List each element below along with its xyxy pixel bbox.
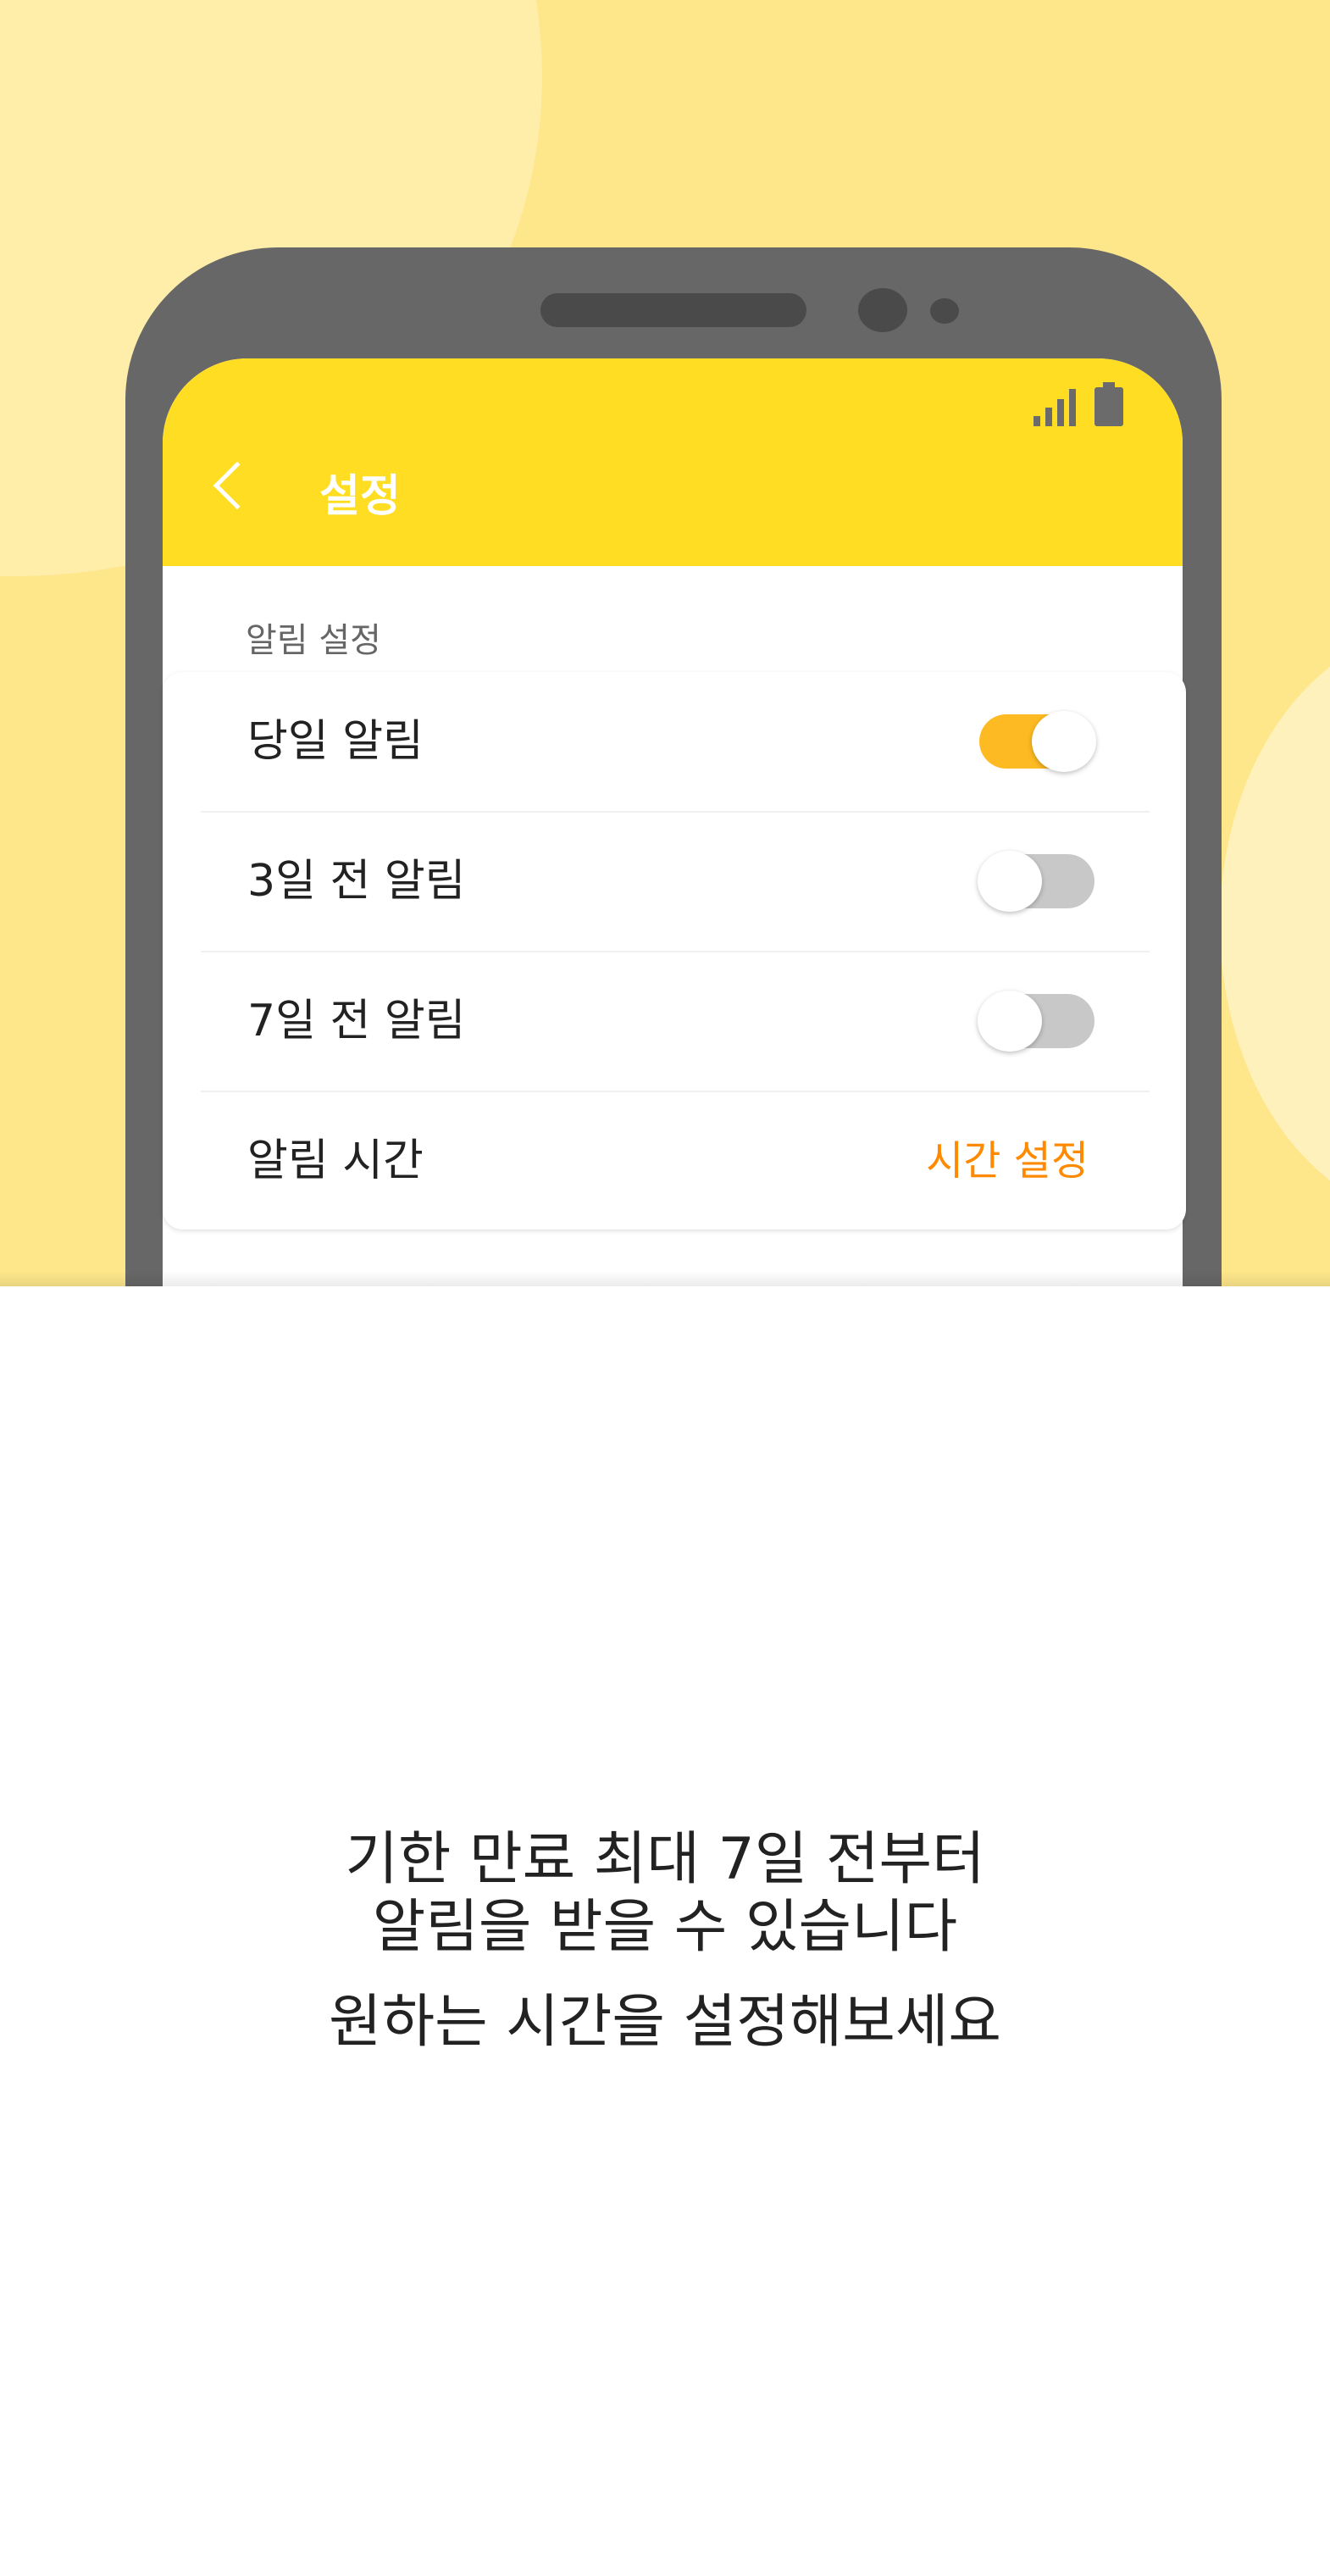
setting-label: 알림 시간 — [247, 1135, 424, 1186]
setting-row-time[interactable]: 알림 시간 시간 설정 — [163, 1091, 1186, 1230]
setting-row-3-days[interactable]: 3일 전 알림 — [163, 812, 1186, 951]
battery-icon — [1094, 382, 1123, 426]
caption-line-2: 알림을 받을 수 있습니다 — [372, 1894, 958, 1961]
phone-speaker — [540, 293, 806, 327]
phone-sensor — [930, 298, 959, 324]
app-bar: 설정 — [163, 358, 1183, 566]
setting-label: 당일 알림 — [247, 716, 424, 767]
page-title: 설정 — [319, 471, 401, 522]
notification-settings-card: 당일 알림 3일 전 알림 7일 전 알림 알림 시간 시간 설정 — [163, 672, 1186, 1230]
status-bar — [1034, 382, 1123, 426]
setting-label: 3일 전 알림 — [247, 856, 466, 907]
hero-bottom-shadow — [0, 1271, 1330, 1286]
same-day-toggle[interactable] — [979, 711, 1096, 772]
back-arrow-icon[interactable] — [213, 461, 262, 510]
toggle-knob — [1032, 711, 1096, 772]
set-time-link[interactable]: 시간 설정 — [926, 1091, 1089, 1230]
setting-label: 7일 전 알림 — [247, 996, 466, 1046]
section-label: 알림 설정 — [246, 621, 381, 660]
three-days-toggle[interactable] — [978, 851, 1094, 912]
phone-camera — [858, 288, 907, 332]
caption-line-3: 원하는 시간을 설정해보세요 — [329, 1989, 1001, 2056]
hero-background: 설정 알림 설정 당일 알림 3일 전 알림 7일 전 알림 알림 시간 시간 … — [0, 0, 1330, 1286]
signal-icon — [1034, 387, 1076, 426]
setting-row-7-days[interactable]: 7일 전 알림 — [163, 952, 1186, 1091]
toggle-knob — [978, 851, 1042, 912]
seven-days-toggle[interactable] — [978, 991, 1094, 1052]
background-blob — [1220, 627, 1330, 1220]
setting-row-same-day[interactable]: 당일 알림 — [163, 672, 1186, 811]
toggle-knob — [978, 991, 1042, 1052]
